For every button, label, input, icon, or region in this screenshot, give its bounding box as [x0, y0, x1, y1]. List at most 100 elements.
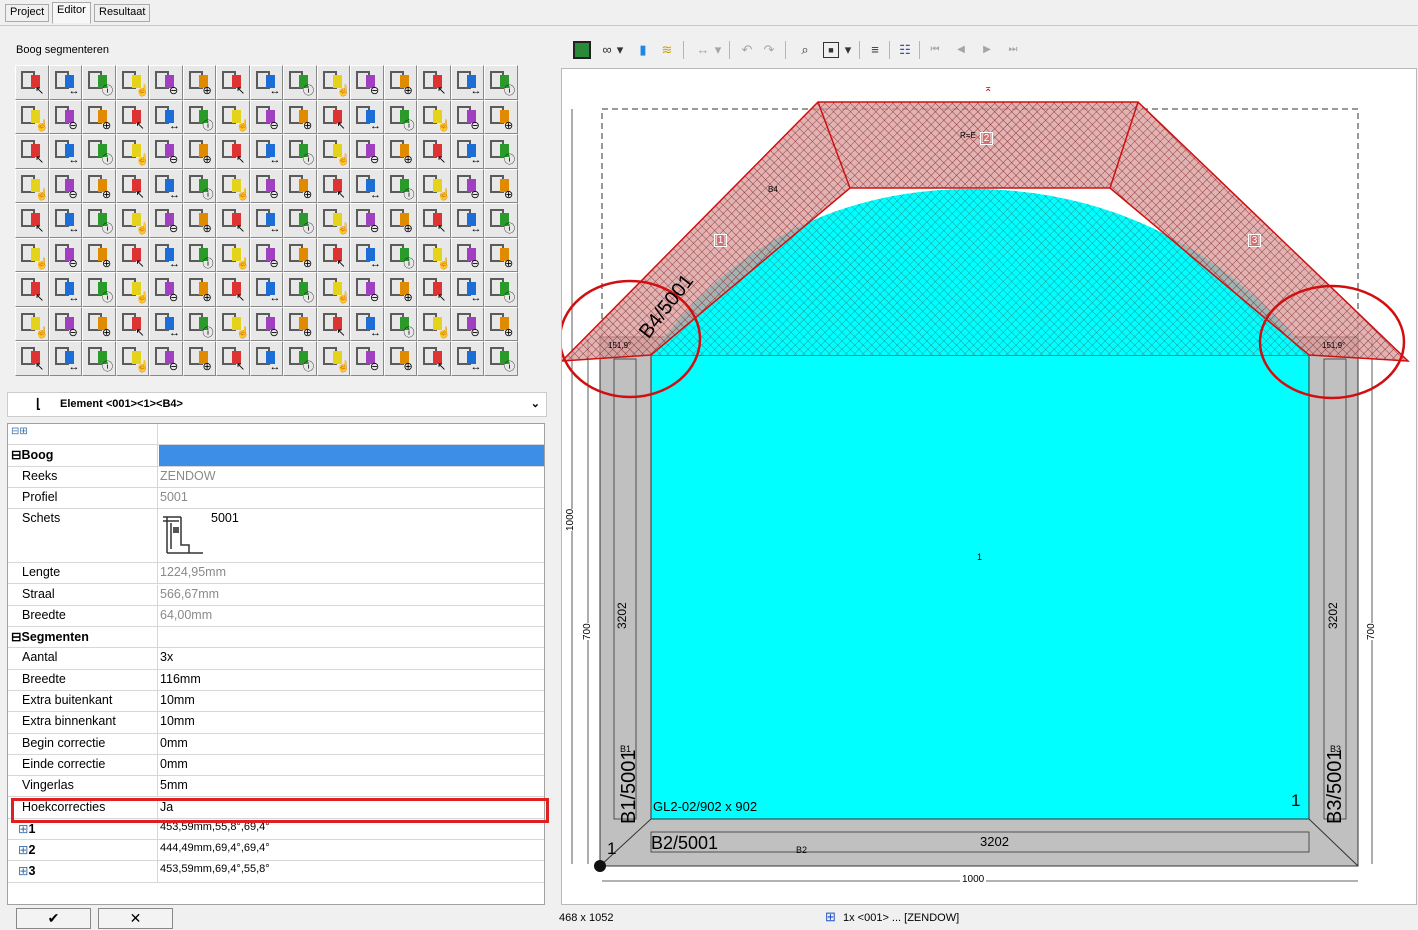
- tool-button-icon[interactable]: ↔: [350, 237, 384, 272]
- drawing-canvas[interactable]: ⌅ B4/5001 B1/5001 B3/5001 B2/5001 3202 3…: [561, 68, 1417, 905]
- collapse-icon[interactable]: ⊟: [11, 630, 21, 644]
- view-mode-icon[interactable]: [573, 41, 591, 59]
- redo-icon[interactable]: ↷: [759, 40, 779, 60]
- tool-button-icon[interactable]: ↔: [350, 99, 384, 134]
- tool-button-icon[interactable]: ↔: [450, 272, 484, 307]
- tool-button-icon[interactable]: ⊕: [182, 134, 216, 169]
- tool-button-icon[interactable]: ⊕: [182, 341, 216, 376]
- prop-row-extra-binnenkant[interactable]: Extra binnenkant 10mm: [8, 712, 544, 734]
- tool-button-icon[interactable]: ↔: [249, 134, 283, 169]
- first-icon[interactable]: ⏮: [925, 40, 945, 60]
- tool-button-icon[interactable]: ↖: [216, 134, 250, 169]
- tool-button-icon[interactable]: ⊖: [249, 237, 283, 272]
- tool-button-icon[interactable]: ⊕: [82, 306, 116, 341]
- tool-button-icon[interactable]: ↔: [249, 203, 283, 238]
- align-left-icon[interactable]: ≡: [865, 40, 885, 60]
- tool-button-icon[interactable]: ⓘ: [484, 134, 518, 169]
- tool-button-icon[interactable]: ⊕: [484, 99, 518, 134]
- tool-button-icon[interactable]: ☝: [417, 99, 451, 134]
- tool-button-icon[interactable]: ☝: [115, 65, 149, 100]
- expand-icon[interactable]: ⊞: [18, 843, 28, 857]
- tool-button-icon[interactable]: ⓘ: [283, 65, 317, 100]
- tool-button-icon[interactable]: ⊕: [182, 272, 216, 307]
- tool-button-icon[interactable]: ⓘ: [82, 134, 116, 169]
- tool-button-icon[interactable]: ⊕: [383, 203, 417, 238]
- tool-button-icon[interactable]: ☝: [417, 237, 451, 272]
- tool-button-icon[interactable]: ⊖: [48, 99, 82, 134]
- layers-icon[interactable]: ≋: [657, 40, 677, 60]
- tool-button-icon[interactable]: ⓘ: [383, 306, 417, 341]
- dropdown-arrow-icon[interactable]: ▾: [713, 40, 723, 60]
- tool-button-icon[interactable]: ⊖: [350, 203, 384, 238]
- tab-project[interactable]: Project: [5, 4, 50, 22]
- prop-row-seg-breedte[interactable]: Breedte 116mm: [8, 669, 544, 691]
- dropdown-arrow-icon[interactable]: ▾: [843, 40, 853, 60]
- tool-button-icon[interactable]: ⊖: [450, 237, 484, 272]
- tool-button-icon[interactable]: ☝: [417, 168, 451, 203]
- fit-width-icon[interactable]: ↔: [693, 40, 713, 60]
- tool-button-icon[interactable]: ⊖: [350, 65, 384, 100]
- tool-button-icon[interactable]: ↔: [149, 99, 183, 134]
- tool-button-icon[interactable]: ↖: [15, 65, 49, 100]
- tool-button-icon[interactable]: ⊖: [350, 134, 384, 169]
- element-selector[interactable]: ⌊ Element <001><1><B4> ⌄: [7, 392, 547, 417]
- tool-button-icon[interactable]: ⊕: [484, 306, 518, 341]
- tool-button-icon[interactable]: ☝: [115, 341, 149, 376]
- tool-button-icon[interactable]: ↖: [216, 341, 250, 376]
- tool-button-icon[interactable]: ↔: [450, 203, 484, 238]
- tool-button-icon[interactable]: ☝: [316, 65, 350, 100]
- tool-button-icon[interactable]: ↖: [115, 306, 149, 341]
- tool-button-icon[interactable]: ↔: [249, 65, 283, 100]
- tool-button-icon[interactable]: ☝: [15, 237, 49, 272]
- zoom-icon[interactable]: ⌕: [795, 40, 815, 60]
- tool-button-icon[interactable]: ↖: [15, 134, 49, 169]
- tool-button-icon[interactable]: ↔: [350, 306, 384, 341]
- tool-button-icon[interactable]: ↖: [417, 272, 451, 307]
- tool-button-icon[interactable]: ↔: [48, 65, 82, 100]
- tool-button-icon[interactable]: ⓘ: [283, 203, 317, 238]
- tool-button-icon[interactable]: ⊖: [48, 306, 82, 341]
- tool-button-icon[interactable]: ☝: [115, 203, 149, 238]
- tab-resultaat[interactable]: Resultaat: [94, 4, 151, 22]
- tool-button-icon[interactable]: ⓘ: [484, 272, 518, 307]
- tool-button-icon[interactable]: ↔: [48, 134, 82, 169]
- tool-button-icon[interactable]: ↖: [316, 168, 350, 203]
- tool-button-icon[interactable]: ⓘ: [283, 134, 317, 169]
- tool-button-icon[interactable]: ⊖: [149, 272, 183, 307]
- tool-button-icon[interactable]: ↖: [417, 203, 451, 238]
- tool-button-icon[interactable]: ☝: [216, 99, 250, 134]
- tool-button-icon[interactable]: ⊖: [149, 65, 183, 100]
- tool-button-icon[interactable]: ⊕: [82, 168, 116, 203]
- tool-button-icon[interactable]: ⓘ: [182, 99, 216, 134]
- prop-value[interactable]: 3x: [159, 648, 173, 668]
- tool-button-icon[interactable]: ↖: [216, 203, 250, 238]
- tool-button-icon[interactable]: ⊖: [149, 134, 183, 169]
- tool-button-icon[interactable]: ↔: [149, 306, 183, 341]
- tool-button-icon[interactable]: ⓘ: [182, 306, 216, 341]
- tool-button-icon[interactable]: ↔: [450, 341, 484, 376]
- tool-button-icon[interactable]: ↖: [316, 306, 350, 341]
- tool-button-icon[interactable]: ⓘ: [82, 341, 116, 376]
- tool-button-icon[interactable]: ↖: [316, 237, 350, 272]
- tool-button-icon[interactable]: ☝: [316, 272, 350, 307]
- tool-button-icon[interactable]: ⊖: [450, 168, 484, 203]
- tool-button-icon[interactable]: ⊖: [48, 237, 82, 272]
- tool-button-icon[interactable]: ☝: [216, 306, 250, 341]
- tool-button-icon[interactable]: ↖: [417, 134, 451, 169]
- tool-button-icon[interactable]: ↔: [450, 134, 484, 169]
- tool-button-icon[interactable]: ↔: [350, 168, 384, 203]
- tool-button-icon[interactable]: ↔: [249, 272, 283, 307]
- tool-button-icon[interactable]: ↖: [115, 99, 149, 134]
- tool-button-icon[interactable]: ⓘ: [383, 99, 417, 134]
- window-drawing[interactable]: [562, 69, 1418, 906]
- tool-button-icon[interactable]: ⓘ: [283, 341, 317, 376]
- tool-button-icon[interactable]: ⊕: [182, 65, 216, 100]
- frame-icon[interactable]: ■: [823, 42, 839, 58]
- tool-button-icon[interactable]: ⊕: [283, 99, 317, 134]
- last-icon[interactable]: ⏭: [1003, 40, 1023, 60]
- tool-button-icon[interactable]: ⊕: [484, 168, 518, 203]
- tool-button-icon[interactable]: ↖: [417, 341, 451, 376]
- category-segmenten[interactable]: ⊟Segmenten: [8, 627, 544, 649]
- tool-button-icon[interactable]: ⊕: [82, 237, 116, 272]
- prop-value[interactable]: 116mm: [159, 670, 201, 690]
